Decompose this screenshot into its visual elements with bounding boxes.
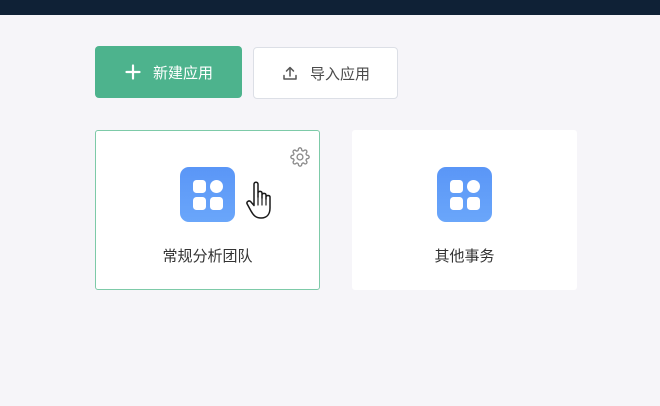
app-card-other-affairs[interactable]: 其他事务 — [352, 130, 577, 290]
app-card-regular-analysis-team[interactable]: 常规分析团队 — [95, 130, 320, 290]
import-app-button[interactable]: 导入应用 — [253, 47, 398, 99]
new-app-button[interactable]: 新建应用 — [95, 46, 242, 98]
upload-icon — [281, 64, 299, 82]
plus-icon — [124, 63, 142, 81]
grid-apps-icon — [180, 167, 235, 222]
import-app-label: 导入应用 — [309, 64, 370, 83]
new-app-label: 新建应用 — [152, 63, 213, 82]
top-navigation-bar — [0, 0, 660, 15]
gear-icon[interactable] — [290, 147, 310, 167]
hand-pointer-cursor-icon — [246, 180, 278, 222]
app-card-title: 其他事务 — [434, 247, 495, 265]
grid-apps-icon — [437, 167, 492, 222]
app-card-title: 常规分析团队 — [162, 247, 253, 265]
